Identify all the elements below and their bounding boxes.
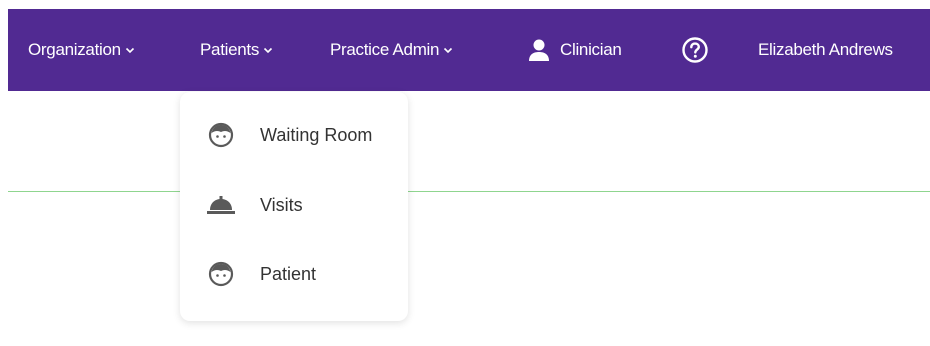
nav-practice-admin-label: Practice Admin xyxy=(330,40,440,59)
nav-practice-admin[interactable]: Practice Admin xyxy=(330,9,453,91)
top-navbar: Organization Patients Practice Admin Cli… xyxy=(8,9,930,91)
menu-item-visits-label: Visits xyxy=(260,194,303,215)
chevron-down-icon xyxy=(263,47,273,54)
nav-organization-label: Organization xyxy=(28,40,121,59)
menu-item-patient-label: Patient xyxy=(260,263,317,284)
service-bell-icon xyxy=(206,190,236,220)
help-circle-icon xyxy=(682,37,708,63)
menu-item-visits[interactable]: Visits xyxy=(180,180,408,230)
face-icon xyxy=(206,120,236,150)
nav-patients-label: Patients xyxy=(200,40,260,59)
role-clinician[interactable]: Clinician xyxy=(526,9,622,91)
user-name: Elizabeth Andrews xyxy=(758,40,893,59)
person-icon xyxy=(529,39,549,61)
menu-item-waiting-room[interactable]: Waiting Room xyxy=(180,110,408,160)
patients-dropdown-menu: Waiting Room Visits Patient xyxy=(180,92,408,321)
nav-patients[interactable]: Patients xyxy=(200,9,273,91)
content-divider xyxy=(8,191,930,192)
chevron-down-icon xyxy=(444,47,453,54)
help-button[interactable] xyxy=(681,9,709,91)
menu-item-waiting-room-label: Waiting Room xyxy=(260,124,373,145)
user-menu[interactable]: Elizabeth Andrews xyxy=(758,9,893,91)
chevron-down-icon xyxy=(125,47,134,54)
menu-item-patient[interactable]: Patient xyxy=(180,249,408,299)
page: Organization Patients Practice Admin Cli… xyxy=(0,0,930,346)
role-label: Clinician xyxy=(560,40,622,59)
nav-organization[interactable]: Organization xyxy=(28,9,135,91)
face-icon xyxy=(206,259,236,289)
